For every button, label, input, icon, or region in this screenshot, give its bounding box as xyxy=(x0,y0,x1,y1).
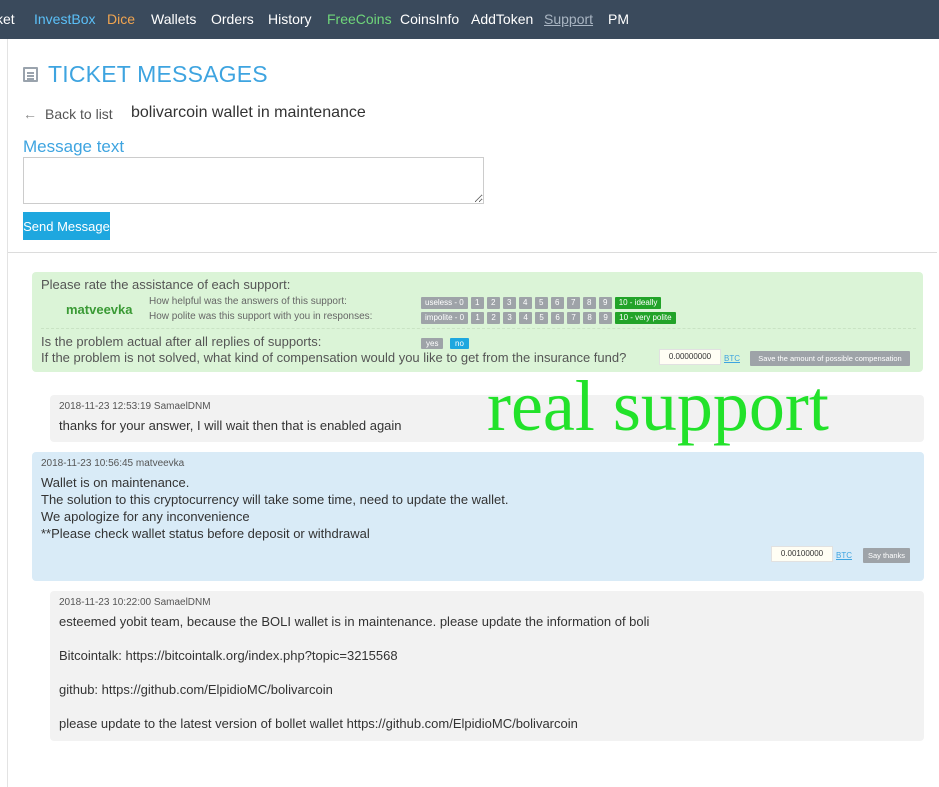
message-line: The solution to this cryptocurrency will… xyxy=(41,492,509,507)
compensation-amount-input[interactable]: 0.00000000 xyxy=(659,349,721,365)
message-line: Bitcointalk: https://bitcointalk.org/ind… xyxy=(59,648,398,663)
helpful-rating-7[interactable]: 7 xyxy=(566,297,580,309)
polite-rating-10[interactable]: 10 - very polite xyxy=(615,312,676,324)
page-header: TICKET MESSAGES xyxy=(23,60,268,88)
message-line: esteemed yobit team, because the BOLI wa… xyxy=(59,614,650,629)
helpful-question: How helpful was the answers of this supp… xyxy=(149,296,347,307)
thanks-currency-link[interactable]: BTC xyxy=(836,551,852,560)
send-message-button[interactable]: Send Message xyxy=(23,212,110,240)
page-title: TICKET MESSAGES xyxy=(48,60,268,87)
polite-rating-row: impolite - 0 1 2 3 4 5 6 7 8 9 10 - very… xyxy=(421,312,676,324)
left-border xyxy=(0,39,8,787)
message-meta: 2018-11-23 10:56:45 matveevka xyxy=(41,458,185,469)
nav-item-wallets[interactable]: Wallets xyxy=(151,11,196,27)
message-item: 2018-11-23 10:56:45 matveevka Wallet is … xyxy=(32,452,924,581)
message-line: Wallet is on maintenance. xyxy=(41,475,190,490)
polite-rating-6[interactable]: 6 xyxy=(551,312,565,324)
helpful-rating-3[interactable]: 3 xyxy=(502,297,516,309)
message-line: **Please check wallet status before depo… xyxy=(41,526,370,541)
polite-rating-7[interactable]: 7 xyxy=(567,312,581,324)
ticket-subject: bolivarcoin wallet in maintenance xyxy=(131,104,366,121)
helpful-rating-8[interactable]: 8 xyxy=(582,297,596,309)
compensation-currency-link[interactable]: BTC xyxy=(724,354,740,363)
polite-question: How polite was this support with you in … xyxy=(149,311,373,322)
polite-rating-2[interactable]: 2 xyxy=(487,312,501,324)
back-to-list-link[interactable]: ← Back to list xyxy=(23,106,113,122)
thanks-amount-input[interactable]: 0.00100000 xyxy=(771,546,833,562)
compensation-question: If the problem is not solved, what kind … xyxy=(41,350,627,365)
helpful-rating-4[interactable]: 4 xyxy=(518,297,532,309)
nav-item-market[interactable]: ket xyxy=(0,11,15,27)
helpful-rating-5[interactable]: 5 xyxy=(534,297,548,309)
divider xyxy=(8,252,937,253)
polite-rating-5[interactable]: 5 xyxy=(535,312,549,324)
overlay-annotation: real support xyxy=(487,366,829,446)
rating-panel: Please rate the assistance of each suppo… xyxy=(32,272,923,372)
polite-rating-8[interactable]: 8 xyxy=(583,312,597,324)
no-button[interactable]: no xyxy=(450,338,469,349)
helpful-rating-1[interactable]: 1 xyxy=(470,297,484,309)
nav-item-history[interactable]: History xyxy=(268,11,312,27)
helpful-rating-10[interactable]: 10 - ideally xyxy=(614,297,662,309)
message-line: please update to the latest version of b… xyxy=(59,716,578,731)
helpful-rating-2[interactable]: 2 xyxy=(486,297,500,309)
ticket-icon xyxy=(23,66,38,82)
message-meta: 2018-11-23 12:53:19 SamaelDNM xyxy=(59,401,211,412)
nav-item-investbox[interactable]: InvestBox xyxy=(34,11,95,27)
helpful-rating-6[interactable]: 6 xyxy=(550,297,564,309)
nav-item-orders[interactable]: Orders xyxy=(211,11,254,27)
yes-button[interactable]: yes xyxy=(421,338,444,349)
message-textarea[interactable] xyxy=(23,157,484,204)
polite-rating-0[interactable]: impolite - 0 xyxy=(421,312,469,324)
polite-rating-9[interactable]: 9 xyxy=(599,312,613,324)
problem-actual-question: Is the problem actual after all replies … xyxy=(41,334,322,349)
message-line: github: https://github.com/ElpidioMC/bol… xyxy=(59,682,333,697)
support-name: matveevka xyxy=(66,302,133,317)
message-meta: 2018-11-23 10:22:00 SamaelDNM xyxy=(59,597,211,608)
message-text-label: Message text xyxy=(23,137,125,156)
polite-rating-1[interactable]: 1 xyxy=(471,312,485,324)
helpful-rating-9[interactable]: 9 xyxy=(598,297,612,309)
message-line: We apologize for any inconvenience xyxy=(41,509,250,524)
rating-divider xyxy=(41,328,916,329)
nav-item-coinsinfo[interactable]: CoinsInfo xyxy=(400,11,459,27)
nav-item-addtoken[interactable]: AddToken xyxy=(471,11,533,27)
top-nav: ket InvestBox Dice Wallets Orders Histor… xyxy=(0,0,939,39)
nav-item-support[interactable]: Support xyxy=(544,11,593,27)
nav-item-dice[interactable]: Dice xyxy=(107,11,135,27)
helpful-rating-0[interactable]: useless - 0 xyxy=(421,297,468,309)
say-thanks-button[interactable]: Say thanks xyxy=(863,548,910,563)
nav-item-pm[interactable]: PM xyxy=(608,11,629,27)
save-compensation-button[interactable]: Save the amount of possible compensation xyxy=(750,351,910,366)
polite-rating-4[interactable]: 4 xyxy=(519,312,533,324)
helpful-rating-row: useless - 0 1 2 3 4 5 6 7 8 9 10 - ideal… xyxy=(421,297,662,309)
arrow-left-icon: ← xyxy=(23,106,37,122)
message-line: thanks for your answer, I will wait then… xyxy=(59,418,402,433)
polite-rating-3[interactable]: 3 xyxy=(503,312,517,324)
message-item: 2018-11-23 10:22:00 SamaelDNM esteemed y… xyxy=(50,591,924,741)
nav-item-freecoins[interactable]: FreeCoins xyxy=(327,11,392,27)
back-label: Back to list xyxy=(45,106,113,122)
rating-prompt: Please rate the assistance of each suppo… xyxy=(41,277,291,292)
